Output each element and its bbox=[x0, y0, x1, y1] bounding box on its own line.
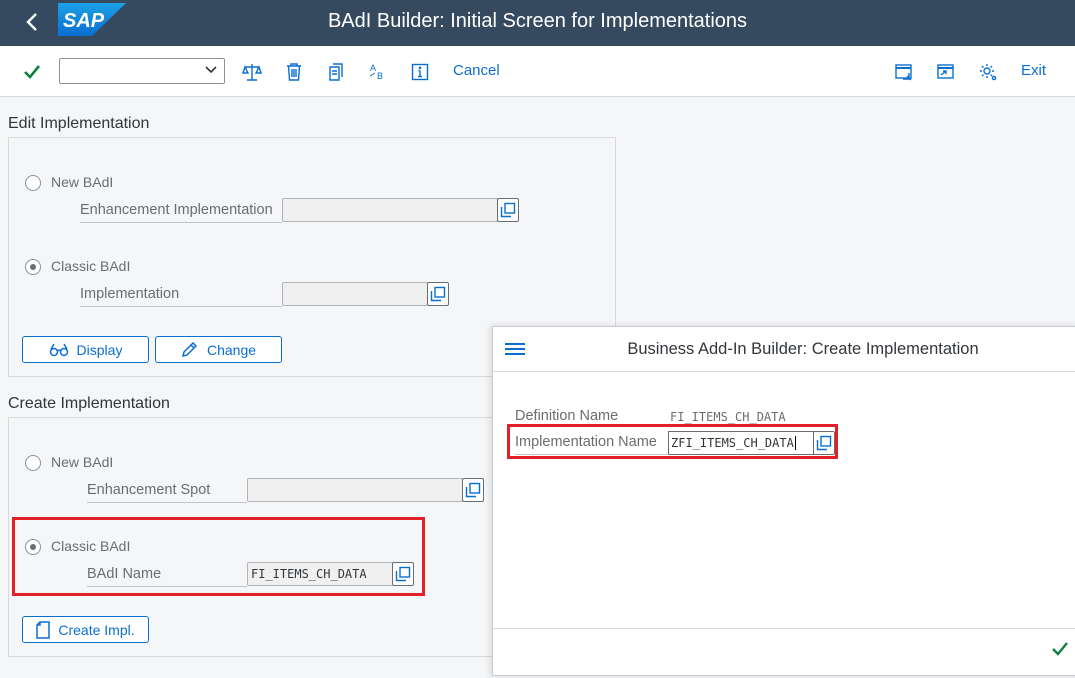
info-icon bbox=[411, 63, 429, 81]
change-button[interactable]: Change bbox=[155, 336, 282, 363]
document-icon bbox=[36, 620, 51, 639]
toolbar: A B Cancel Exit bbox=[0, 46, 1075, 97]
implementation-name-label: Implementation Name bbox=[515, 431, 667, 455]
balance-scale-icon bbox=[242, 64, 262, 81]
create-implementation-group: New BAdI Enhancement Spot Classic BAdI B… bbox=[8, 417, 508, 657]
new-session-button[interactable] bbox=[892, 60, 916, 84]
implementation-value-help[interactable] bbox=[427, 282, 449, 306]
implementation-name-input[interactable]: ZFI_ITEMS_CH_DATA bbox=[668, 431, 814, 455]
checkmark-icon bbox=[1052, 642, 1068, 656]
settings-button[interactable] bbox=[976, 60, 1000, 84]
dialog-footer bbox=[493, 628, 1075, 678]
enh-impl-value-help[interactable] bbox=[497, 198, 519, 222]
check-button[interactable] bbox=[240, 60, 264, 84]
edit-classic-badi-label: Classic BAdI bbox=[51, 258, 131, 274]
implementation-input[interactable] bbox=[282, 282, 428, 306]
shell-bar: SAP BAdI Builder: Initial Screen for Imp… bbox=[0, 0, 1075, 46]
enter-button[interactable] bbox=[20, 60, 44, 84]
shortcut-button[interactable] bbox=[934, 60, 958, 84]
window-arrow-icon bbox=[937, 64, 954, 79]
create-new-badi-radio[interactable] bbox=[25, 455, 41, 471]
value-help-icon bbox=[430, 286, 446, 302]
gear-icon bbox=[980, 64, 997, 81]
text-cursor bbox=[794, 436, 796, 450]
create-section-title: Create Implementation bbox=[8, 395, 170, 412]
definition-name-label: Definition Name bbox=[515, 408, 619, 424]
implementation-name-value-help[interactable] bbox=[813, 431, 835, 455]
value-help-icon bbox=[500, 202, 516, 218]
enh-spot-value-help[interactable] bbox=[462, 478, 484, 502]
enh-spot-input[interactable] bbox=[247, 478, 463, 502]
create-classic-badi-label: Classic BAdI bbox=[51, 538, 131, 554]
info-button[interactable] bbox=[408, 60, 432, 84]
copy-button[interactable] bbox=[324, 60, 348, 84]
edit-classic-badi-radio[interactable] bbox=[25, 259, 41, 275]
pencil-icon bbox=[181, 341, 198, 357]
svg-text:B: B bbox=[377, 71, 383, 81]
create-implementation-dialog: Business Add-In Builder: Create Implemen… bbox=[492, 326, 1075, 676]
rename-button[interactable]: A B bbox=[366, 60, 390, 84]
edit-new-badi-label: New BAdI bbox=[51, 174, 114, 190]
value-help-icon bbox=[395, 566, 411, 582]
svg-text:A: A bbox=[370, 63, 376, 73]
create-new-badi-label: New BAdI bbox=[51, 454, 114, 470]
checkmark-icon bbox=[24, 65, 41, 79]
enh-impl-label: Enhancement Implementation bbox=[80, 199, 282, 223]
new-window-icon bbox=[895, 64, 912, 81]
chevron-down-icon[interactable] bbox=[204, 63, 218, 77]
exit-button[interactable]: Exit bbox=[1021, 62, 1046, 79]
trash-icon bbox=[287, 63, 301, 81]
badi-name-label: BAdI Name bbox=[87, 563, 247, 587]
badi-name-value-help[interactable] bbox=[392, 562, 414, 586]
value-help-icon bbox=[465, 482, 481, 498]
edit-section-title: Edit Implementation bbox=[8, 115, 150, 132]
confirm-button[interactable] bbox=[1051, 641, 1073, 663]
glasses-icon bbox=[49, 343, 68, 356]
dialog-header: Business Add-In Builder: Create Implemen… bbox=[493, 327, 1075, 372]
copy-icon bbox=[329, 63, 343, 81]
display-button[interactable]: Display bbox=[22, 336, 149, 363]
value-help-icon bbox=[816, 435, 832, 451]
edit-new-badi-radio[interactable] bbox=[25, 175, 41, 191]
create-classic-badi-radio[interactable] bbox=[25, 539, 41, 555]
command-field[interactable] bbox=[59, 58, 225, 84]
dialog-title: Business Add-In Builder: Create Implemen… bbox=[627, 340, 979, 358]
enh-spot-label: Enhancement Spot bbox=[87, 479, 247, 503]
create-impl-button[interactable]: Create Impl. bbox=[22, 616, 149, 643]
implementation-label: Implementation bbox=[80, 283, 282, 307]
definition-name-value: FI_ITEMS_CH_DATA bbox=[670, 410, 786, 424]
cancel-button[interactable]: Cancel bbox=[453, 62, 500, 79]
badi-name-input[interactable]: FI_ITEMS_CH_DATA bbox=[247, 562, 393, 586]
enh-impl-input[interactable] bbox=[282, 198, 498, 222]
page-title: BAdI Builder: Initial Screen for Impleme… bbox=[327, 10, 748, 32]
spell-check-icon: A B bbox=[369, 63, 383, 81]
delete-button[interactable] bbox=[282, 60, 306, 84]
